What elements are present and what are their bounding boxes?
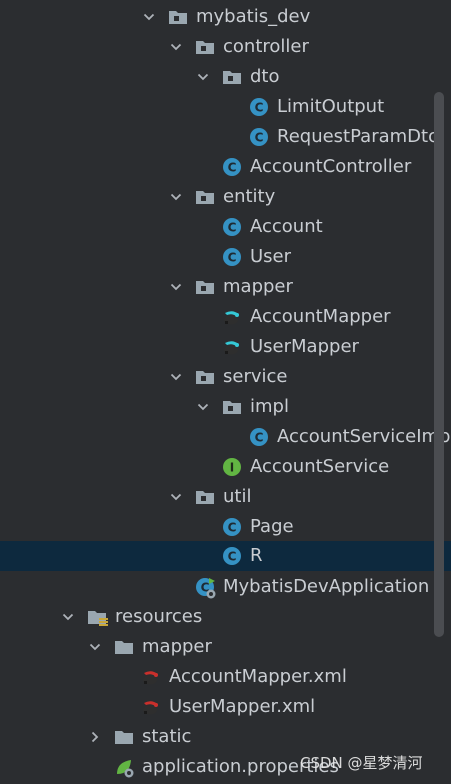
watermark: CSDN @星梦清河: [300, 754, 423, 772]
mybatis-xml-icon: [141, 667, 161, 687]
tree-node-impl[interactable]: impl: [0, 392, 451, 422]
chevron-down-icon[interactable]: [62, 611, 74, 623]
class-icon: C: [222, 517, 242, 537]
tree-node-dto[interactable]: dto: [0, 62, 451, 92]
tree-node-label: UserMapper.xml: [169, 696, 316, 717]
class-icon: C: [222, 217, 242, 237]
chevron-down-icon[interactable]: [89, 641, 101, 653]
tree-node-label: AccountService: [250, 456, 390, 477]
tree-node-entity[interactable]: entity: [0, 182, 451, 212]
tree-node-account-controller[interactable]: C AccountController: [0, 152, 451, 182]
tree-node-label: UserMapper: [250, 336, 359, 357]
tree-node-label: mapper: [223, 276, 293, 297]
tree-node-label: entity: [223, 186, 276, 207]
tree-node-label: mapper: [142, 636, 212, 657]
tree-node-label: R: [250, 545, 263, 566]
svg-text:C: C: [255, 101, 264, 115]
spring-boot-class-icon: C: [195, 577, 216, 599]
tree-node-static[interactable]: static: [0, 722, 451, 752]
package-folder-icon: [222, 67, 242, 87]
class-icon: C: [249, 127, 269, 147]
tree-node-account-mapper-xml[interactable]: AccountMapper.xml: [0, 662, 451, 692]
chevron-down-icon[interactable]: [197, 401, 209, 413]
tree-node-label: RequestParamDto: [277, 126, 440, 147]
mybatis-mapper-icon: [222, 307, 242, 327]
folder-icon: [114, 727, 134, 747]
chevron-down-icon[interactable]: [170, 281, 182, 293]
tree-node-label: mybatis_dev: [196, 6, 311, 27]
tree-node-label: controller: [223, 36, 309, 57]
vertical-scrollbar[interactable]: [434, 92, 444, 637]
chevron-down-icon[interactable]: [170, 491, 182, 503]
tree-node-request-param-dto[interactable]: C RequestParamDto: [0, 122, 451, 152]
tree-node-label: User: [250, 246, 292, 267]
svg-text:C: C: [228, 550, 237, 564]
svg-text:I: I: [230, 461, 234, 475]
tree-node-controller[interactable]: controller: [0, 32, 451, 62]
class-icon: C: [222, 157, 242, 177]
tree-node-account-mapper[interactable]: AccountMapper: [0, 302, 451, 332]
chevron-down-icon[interactable]: [170, 191, 182, 203]
class-icon: C: [222, 247, 242, 267]
tree-node-label: Account: [250, 216, 323, 237]
package-folder-icon: [222, 397, 242, 417]
tree-node-label: resources: [115, 606, 203, 627]
tree-node-label: AccountController: [250, 156, 412, 177]
chevron-right-icon[interactable]: [89, 731, 101, 743]
svg-text:C: C: [255, 131, 264, 145]
tree-node-label: impl: [250, 396, 289, 417]
tree-node-account-service-impl[interactable]: C AccountServiceImpl: [0, 422, 451, 452]
tree-node-mybatis-dev[interactable]: mybatis_dev: [0, 2, 451, 32]
tree-node-limit-output[interactable]: C LimitOutput: [0, 92, 451, 122]
tree-node-user-mapper-xml[interactable]: UserMapper.xml: [0, 692, 451, 722]
tree-node-account-service[interactable]: I AccountService: [0, 452, 451, 482]
chevron-down-icon[interactable]: [143, 11, 155, 23]
tree-node-r[interactable]: C R: [0, 541, 451, 571]
project-tree[interactable]: mybatis_dev controller dto C LimitOutput…: [0, 0, 451, 783]
tree-node-user[interactable]: C User: [0, 242, 451, 272]
package-folder-icon: [195, 37, 215, 57]
tree-node-label: MybatisDevApplication: [223, 576, 430, 597]
package-folder-icon: [195, 187, 215, 207]
tree-node-label: service: [223, 366, 288, 387]
tree-node-label: Page: [250, 516, 294, 537]
tree-node-label: AccountServiceImpl: [277, 426, 451, 447]
tree-node-user-mapper[interactable]: UserMapper: [0, 332, 451, 362]
chevron-down-icon[interactable]: [170, 41, 182, 53]
interface-icon: I: [222, 457, 242, 477]
tree-node-label: util: [223, 486, 252, 507]
tree-node-account[interactable]: C Account: [0, 212, 451, 242]
tree-node-label: dto: [250, 66, 280, 87]
svg-text:C: C: [255, 431, 264, 445]
tree-node-util[interactable]: util: [0, 482, 451, 512]
tree-node-label: static: [142, 726, 192, 747]
package-folder-icon: [195, 367, 215, 387]
package-folder-icon: [168, 7, 188, 27]
tree-node-resources[interactable]: resources: [0, 602, 451, 632]
tree-node-page[interactable]: C Page: [0, 512, 451, 542]
mybatis-mapper-icon: [222, 337, 242, 357]
tree-node-mapper-folder[interactable]: mapper: [0, 632, 451, 662]
tree-node-label: LimitOutput: [277, 96, 385, 117]
svg-text:C: C: [228, 161, 237, 175]
chevron-down-icon[interactable]: [170, 371, 182, 383]
resources-folder-icon: [87, 607, 108, 627]
folder-icon: [114, 637, 134, 657]
chevron-down-icon[interactable]: [197, 71, 209, 83]
tree-node-service[interactable]: service: [0, 362, 451, 392]
svg-text:C: C: [228, 221, 237, 235]
tree-node-mapper-package[interactable]: mapper: [0, 272, 451, 302]
class-icon: C: [249, 97, 269, 117]
mybatis-xml-icon: [141, 697, 161, 717]
spring-properties-icon: [114, 757, 134, 778]
class-icon: C: [249, 427, 269, 447]
tree-node-label: AccountMapper.xml: [169, 666, 347, 687]
tree-node-label: AccountMapper: [250, 306, 391, 327]
package-folder-icon: [195, 277, 215, 297]
package-folder-icon: [195, 487, 215, 507]
class-icon: C: [222, 546, 242, 566]
svg-text:C: C: [228, 521, 237, 535]
tree-node-mybatis-dev-application[interactable]: C MybatisDevApplication: [0, 572, 451, 602]
svg-text:C: C: [228, 251, 237, 265]
